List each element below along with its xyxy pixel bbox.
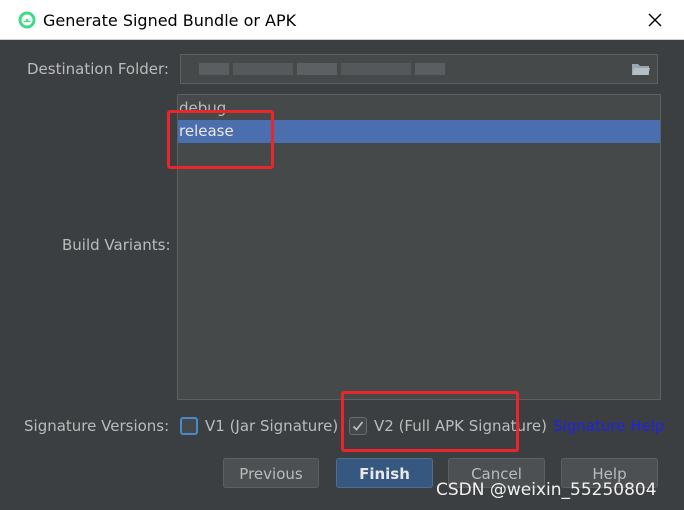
v1-signature-checkbox[interactable] <box>180 417 198 435</box>
annotation-box-release <box>167 110 274 169</box>
signature-versions-label: Signature Versions: <box>24 417 170 435</box>
previous-button[interactable]: Previous <box>223 458 319 488</box>
annotation-box-v2 <box>341 391 519 452</box>
csdn-watermark: CSDN @weixin_55250804 <box>436 480 657 500</box>
dialog-title: Generate Signed Bundle or APK <box>43 11 297 30</box>
generate-signed-apk-dialog: Generate Signed Bundle or APK Destinatio… <box>0 0 684 510</box>
close-icon[interactable] <box>640 6 670 34</box>
destination-folder-field[interactable] <box>180 54 658 84</box>
folder-icon[interactable] <box>631 61 651 77</box>
signature-help-link[interactable]: Signature Help <box>553 417 664 435</box>
android-studio-icon <box>18 11 36 29</box>
destination-folder-label: Destination Folder: <box>27 60 169 78</box>
redacted-path-segment <box>415 63 445 75</box>
redacted-path-segment <box>199 63 229 75</box>
finish-button[interactable]: Finish <box>336 458 433 488</box>
redacted-path-segment <box>233 63 293 75</box>
v1-signature-label: V1 (Jar Signature) <box>205 417 339 435</box>
redacted-path-segment <box>297 63 337 75</box>
title-bar: Generate Signed Bundle or APK <box>0 0 684 40</box>
redacted-path-segment <box>341 63 411 75</box>
build-variants-label: Build Variants: <box>62 236 171 254</box>
